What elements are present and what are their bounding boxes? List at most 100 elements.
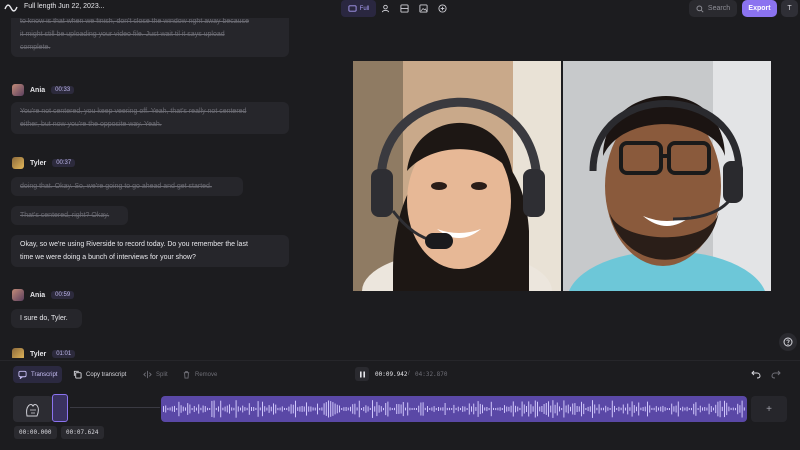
transcript-segment[interactable]: That's centered, right? Okay. xyxy=(11,206,128,225)
waveform-bar xyxy=(229,404,230,414)
waveform-bar xyxy=(257,401,259,417)
waveform-bar xyxy=(264,406,266,412)
waveform-bar xyxy=(281,406,283,412)
copy-transcript-button[interactable]: Copy transcript xyxy=(68,366,131,383)
waveform-bar xyxy=(523,404,525,414)
waveform-bar xyxy=(666,408,668,410)
waveform-bar xyxy=(662,405,664,413)
remove-button[interactable]: Remove xyxy=(177,366,222,383)
transcript-segment[interactable]: to know is that when we finish, don't cl… xyxy=(11,18,289,57)
waveform-bar xyxy=(605,405,607,413)
tab-layout[interactable] xyxy=(395,0,414,17)
waveform-bar xyxy=(600,407,602,411)
tab-image[interactable] xyxy=(414,0,433,17)
waveform-bar xyxy=(512,401,514,417)
search-button[interactable]: Search xyxy=(689,0,737,17)
waveform-bar xyxy=(508,406,510,412)
waveform-bar xyxy=(728,406,730,412)
undo-icon[interactable] xyxy=(751,369,761,379)
remove-label: Remove xyxy=(195,371,218,378)
transcript-line: time we were doing a bunch of interviews… xyxy=(20,254,196,261)
video-preview[interactable] xyxy=(353,61,771,291)
waveform-bar xyxy=(209,408,211,410)
empty-track-gap xyxy=(70,407,160,408)
waveform-bar xyxy=(193,406,195,412)
waveform-bar xyxy=(464,406,466,412)
waveform-bar xyxy=(182,406,184,412)
waveform-bar xyxy=(424,407,426,411)
waveform-bar xyxy=(303,406,305,412)
waveform-bar xyxy=(312,407,314,411)
copy-transcript-label: Copy transcript xyxy=(86,371,127,378)
waveform-bar xyxy=(704,407,706,411)
intro-clip[interactable] xyxy=(13,396,53,422)
timestamp-badge[interactable]: 00:59 xyxy=(51,291,75,299)
transcript-segment[interactable]: You're not centered, you keep veering of… xyxy=(11,102,289,134)
transcript-segment[interactable]: I sure do, Tyler. xyxy=(11,309,82,328)
help-button[interactable] xyxy=(779,333,797,351)
project-title[interactable]: Full length Jun 22, 2023... xyxy=(24,3,105,10)
waveform-bar xyxy=(226,405,228,413)
waveform-bar xyxy=(262,401,263,417)
waveform-bar xyxy=(347,407,349,411)
waveform-bar xyxy=(627,403,629,415)
export-button[interactable]: Export xyxy=(742,0,777,17)
waveform-bar xyxy=(719,400,721,418)
timestamp-badge[interactable]: 01:01 xyxy=(52,350,76,358)
speaker-name: Ania xyxy=(30,291,46,299)
waveform-bar xyxy=(653,407,655,411)
playhead-handle[interactable] xyxy=(52,394,68,422)
waveform-bar xyxy=(317,403,318,415)
riverside-logo-icon[interactable] xyxy=(4,2,18,14)
user-avatar[interactable]: T xyxy=(781,0,798,17)
tab-add[interactable] xyxy=(433,0,452,17)
waveform-bar xyxy=(462,406,464,412)
speaker-row: Tyler 01:01 xyxy=(12,348,76,358)
waveform-bar xyxy=(427,406,428,412)
avatar xyxy=(12,289,24,301)
waveform-bar xyxy=(726,402,728,416)
transcript-segment[interactable]: Okay, so we're using Riverside to record… xyxy=(11,235,289,267)
waveform-bar xyxy=(341,408,343,410)
waveform-bar xyxy=(620,407,622,411)
waveform-bar xyxy=(649,405,651,413)
waveform-bar xyxy=(618,406,620,412)
waveform-bar xyxy=(490,401,492,417)
waveform-bar xyxy=(534,400,536,418)
timeline[interactable]: + 00:00.000 00:07.624 xyxy=(0,393,800,450)
waveform-bar xyxy=(647,401,648,417)
video-tile-ania[interactable] xyxy=(353,61,561,291)
timestamp-badge[interactable]: 00:33 xyxy=(51,86,75,94)
waveform-bar xyxy=(358,400,360,418)
waveform-bar xyxy=(416,408,417,410)
tab-full[interactable]: Full xyxy=(341,0,376,17)
tab-speaker[interactable] xyxy=(376,0,395,17)
waveform-bar xyxy=(629,407,631,411)
video-tile-tyler[interactable] xyxy=(563,61,771,291)
transcript-button[interactable]: Transcript xyxy=(13,366,63,383)
waveform-bar xyxy=(486,407,488,412)
avatar xyxy=(12,157,24,169)
waveform-bar xyxy=(200,407,202,411)
add-track-button[interactable]: + xyxy=(751,396,787,422)
waveform-bar xyxy=(433,406,435,412)
timestamp-badge[interactable]: 00:37 xyxy=(52,159,76,167)
waveform-bar xyxy=(180,405,182,413)
waveform-bar xyxy=(526,406,527,412)
waveform-bar xyxy=(163,406,164,412)
transcript-segment[interactable]: doing that. Okay. So, we're going to go … xyxy=(11,177,243,196)
waveform-bar xyxy=(275,404,277,414)
waveform-bar xyxy=(266,407,268,411)
waveform-bar xyxy=(675,405,677,413)
waveform-bar xyxy=(196,407,197,411)
waveform-bar xyxy=(297,407,299,411)
audio-waveform-track[interactable] xyxy=(161,396,747,422)
waveform-bar xyxy=(724,400,725,418)
redo-icon[interactable] xyxy=(771,369,781,379)
waveform-bar xyxy=(488,408,490,411)
waveform-bar xyxy=(455,407,457,410)
waveform-bar xyxy=(286,408,288,410)
split-button[interactable]: Split xyxy=(138,366,173,383)
waveform-bar xyxy=(504,405,505,413)
pause-button[interactable] xyxy=(355,367,369,381)
